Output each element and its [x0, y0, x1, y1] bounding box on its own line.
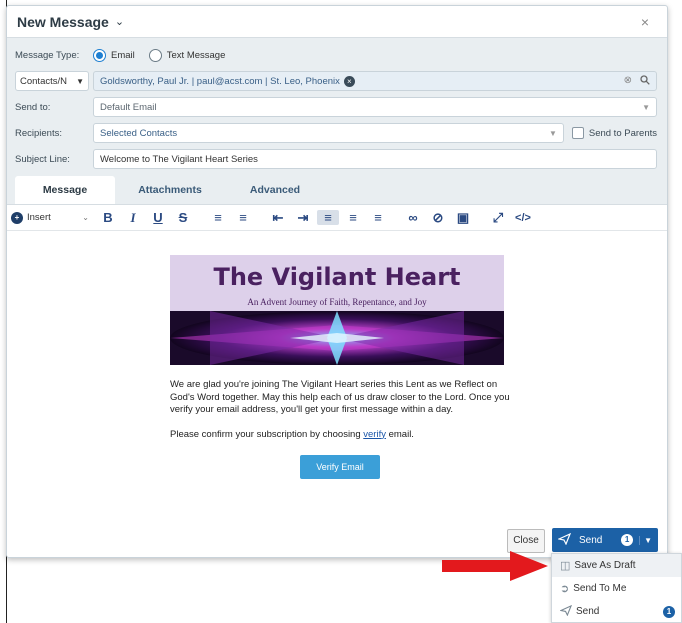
dialog-title: New Message [17, 13, 109, 30]
send-icon [557, 532, 572, 548]
email-banner: The Vigilant Heart An Advent Journey of … [170, 255, 504, 365]
send-to-parents-label: Send to Parents [588, 127, 657, 139]
screenshot: New Message ⌄ × Message Type: Email Text… [0, 0, 682, 623]
contact-actions: ⊗ [624, 75, 650, 88]
insert-dropdown[interactable]: + Insert ⌄ [11, 211, 97, 224]
subject-value: Welcome to The Vigilant Heart Series [100, 153, 258, 165]
chevron-down-icon: ▼ [76, 76, 84, 86]
clear-icon[interactable]: ⊗ [624, 75, 632, 88]
new-message-dialog: New Message ⌄ × Message Type: Email Text… [6, 5, 668, 558]
fullscreen-icon[interactable]: ⤢ [487, 210, 509, 226]
menu-item-send[interactable]: Send 1 [552, 600, 681, 623]
contacts-selector[interactable]: Contacts/N ▼ [15, 71, 89, 91]
message-type-label: Message Type: [15, 49, 80, 61]
email-radio-label[interactable]: Email [111, 50, 135, 61]
message-tabs: Message Attachments Advanced [15, 174, 657, 204]
chevron-down-icon[interactable]: ⌄ [115, 15, 124, 28]
send-to-label: Send to: [15, 101, 51, 113]
email-paragraph-1: We are glad you're joining The Vigilant … [170, 379, 510, 415]
menu-item-label: Save As Draft [574, 560, 636, 571]
tab-attachments[interactable]: Attachments [115, 176, 225, 204]
insert-label: Insert [27, 212, 51, 223]
verify-email-button[interactable]: Verify Email [300, 455, 380, 479]
banner-title: The Vigilant Heart [213, 263, 461, 291]
menu-item-label: Send [576, 606, 600, 617]
recipients-select[interactable]: Selected Contacts ▼ [93, 123, 564, 143]
tab-advanced[interactable]: Advanced [225, 176, 325, 204]
insert-icon: + [11, 211, 23, 224]
send-to-value: Default Email [100, 101, 157, 113]
outdent-icon[interactable]: ⇤ [267, 210, 289, 226]
ordered-list-icon[interactable]: ≡ [207, 210, 229, 225]
send-to-parents-checkbox[interactable] [571, 127, 584, 139]
recipients-label: Recipients: [15, 127, 62, 139]
close-button[interactable]: Close [507, 529, 545, 553]
message-type-row: Message Type: Email Text Message [15, 42, 657, 68]
verify-link[interactable]: verify [363, 429, 386, 440]
send-to-row: Send to: Default Email ▼ [15, 94, 657, 120]
source-code-icon[interactable]: </> [512, 212, 534, 224]
indent-icon[interactable]: ⇥ [292, 210, 314, 226]
align-left-icon[interactable]: ≡ [317, 210, 339, 225]
message-editor[interactable]: The Vigilant Heart An Advent Journey of … [8, 253, 666, 505]
editor-toolbar: + Insert ⌄ B I U S ≡ ≡ ⇤ ⇥ ≡ ≡ ≡ ∞ ⊘ ▣ ⤢… [7, 205, 667, 231]
contacts-row: Contacts/N ▼ Goldsworthy, Paul Jr. | pau… [15, 68, 657, 94]
search-icon[interactable] [640, 74, 650, 88]
chevron-down-icon: ▼ [548, 128, 557, 138]
chevron-down-icon[interactable]: ▼ [639, 535, 652, 545]
message-form: Message Type: Email Text Message Contact… [7, 38, 667, 205]
recipients-row: Recipients: Selected Contacts ▼ Send to … [15, 120, 657, 146]
save-icon: ◫ [560, 560, 571, 572]
paragraph-2-text-after: email. [385, 428, 414, 440]
email-radio[interactable] [93, 48, 106, 62]
red-arrow-annotation [442, 551, 548, 581]
close-icon[interactable]: × [641, 14, 649, 30]
send-options-menu: ◫ Save As Draft ➲ Send To Me Send 1 [551, 553, 682, 623]
send-to-select[interactable]: Default Email ▼ [93, 97, 657, 117]
contact-chip: Goldsworthy, Paul Jr. | paul@acst.com | … [100, 75, 340, 87]
send-icon [559, 604, 573, 619]
contacts-selector-value: Contacts/N [20, 75, 67, 87]
italic-icon[interactable]: I [122, 210, 144, 226]
menu-item-send-to-me[interactable]: ➲ Send To Me [552, 577, 681, 600]
banner-kaleidoscope-image [170, 311, 504, 365]
menu-item-save-as-draft[interactable]: ◫ Save As Draft [552, 554, 681, 577]
link-icon[interactable]: ∞ [402, 210, 424, 225]
chevron-down-icon: ⌄ [82, 213, 89, 222]
subject-label: Subject Line: [15, 153, 70, 165]
email-paragraph-2: Please confirm your subscription by choo… [170, 429, 510, 442]
text-message-radio[interactable] [148, 48, 162, 62]
subject-input[interactable]: Welcome to The Vigilant Heart Series [93, 149, 657, 169]
recipients-value: Selected Contacts [100, 127, 178, 139]
send-count-badge: 1 [621, 534, 634, 546]
share-icon: ➲ [560, 583, 570, 595]
underline-icon[interactable]: U [147, 210, 169, 225]
strikethrough-icon[interactable]: S [172, 210, 194, 225]
chevron-down-icon: ▼ [642, 102, 650, 112]
unlink-icon[interactable]: ⊘ [427, 210, 449, 226]
bold-icon[interactable]: B [97, 210, 119, 225]
contacts-field[interactable]: Goldsworthy, Paul Jr. | paul@acst.com | … [93, 71, 657, 91]
align-center-icon[interactable]: ≡ [342, 210, 364, 225]
remove-chip-icon[interactable]: × [343, 75, 355, 87]
dialog-titlebar: New Message ⌄ × [7, 6, 667, 38]
send-button[interactable]: Send 1 ▼ [552, 528, 658, 552]
subject-row: Subject Line: Welcome to The Vigilant He… [15, 146, 657, 172]
tab-message[interactable]: Message [15, 176, 115, 204]
send-count-badge: 1 [663, 605, 675, 618]
banner-subtitle: An Advent Journey of Faith, Repentance, … [247, 297, 427, 307]
paragraph-2-text-before: Please confirm your subscription by choo… [170, 428, 364, 440]
menu-item-label: Send To Me [573, 583, 627, 594]
text-message-radio-label[interactable]: Text Message [167, 50, 226, 61]
unordered-list-icon[interactable]: ≡ [232, 210, 254, 225]
email-content: The Vigilant Heart An Advent Journey of … [170, 255, 510, 479]
send-button-label: Send [579, 534, 603, 546]
image-icon[interactable]: ▣ [452, 210, 474, 226]
align-right-icon[interactable]: ≡ [367, 210, 389, 225]
